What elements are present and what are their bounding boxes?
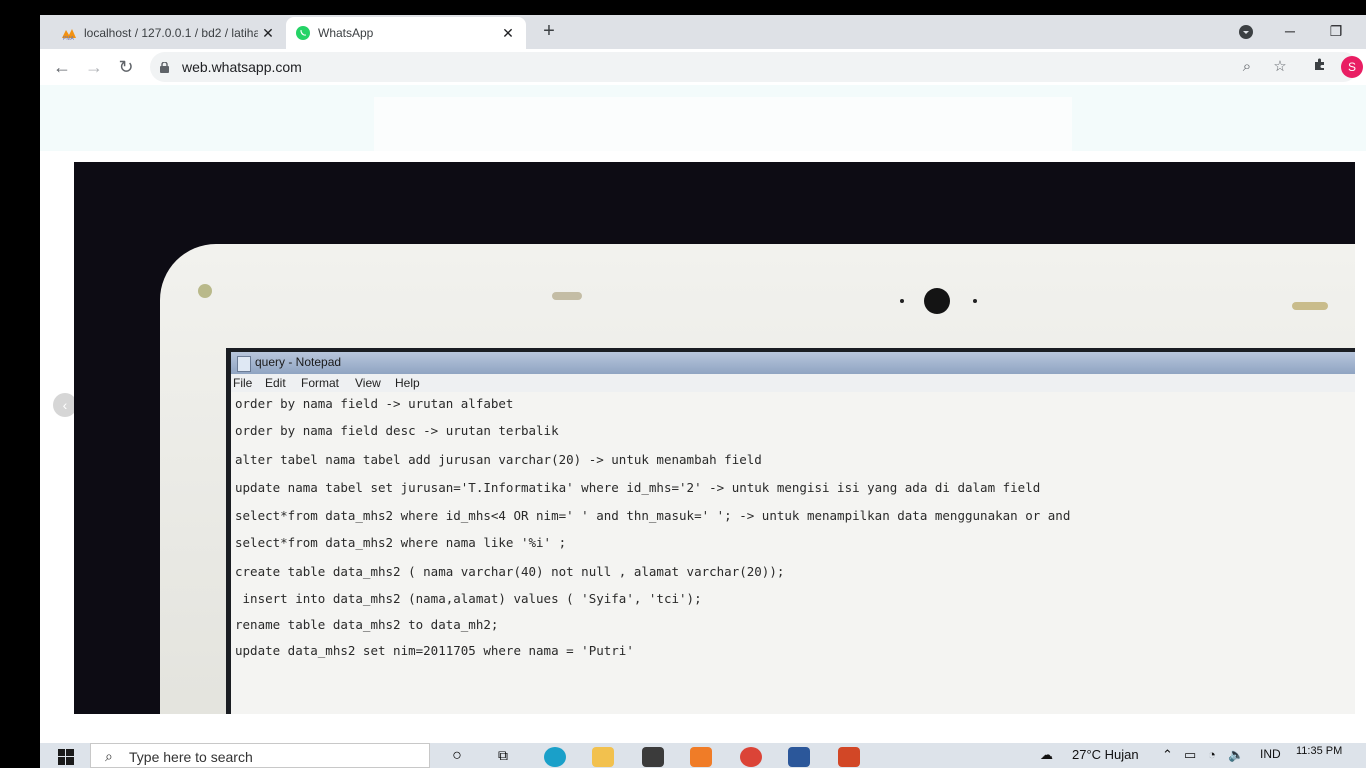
code-line: order by nama field desc -> urutan terba… xyxy=(235,423,559,438)
whatsapp-app-shadow xyxy=(374,97,1072,151)
url-text: web.whatsapp.com xyxy=(182,59,302,75)
xampp-icon[interactable] xyxy=(690,747,712,767)
bezel-dot xyxy=(900,299,904,303)
tab-title: localhost / 127.0.0.1 / bd2 / latiha xyxy=(84,26,258,40)
zoom-icon[interactable]: ⌕ xyxy=(1235,55,1259,79)
mail-icon[interactable] xyxy=(642,747,664,767)
new-tab-button[interactable]: + xyxy=(537,19,561,43)
code-line: create table data_mhs2 ( nama varchar(40… xyxy=(235,564,785,579)
tab-title: WhatsApp xyxy=(318,26,374,40)
bezel-dot xyxy=(973,299,977,303)
back-button[interactable]: ← xyxy=(50,55,74,79)
tab-phpmyadmin[interactable]: PMA localhost / 127.0.0.1 / bd2 / latiha… xyxy=(52,17,286,49)
address-bar[interactable]: web.whatsapp.com ⌕ ☆ xyxy=(150,52,1358,82)
windows-start-icon[interactable] xyxy=(58,749,74,765)
search-icon: ⌕ xyxy=(105,748,113,764)
bezel-sensor xyxy=(552,292,582,300)
laptop-screen: query - Notepad File Edit Format View He… xyxy=(226,348,1355,714)
lock-icon xyxy=(160,60,169,73)
weather-text[interactable]: 27°C Hujan xyxy=(1072,747,1139,762)
volume-icon[interactable]: 🔈 xyxy=(1228,747,1244,763)
minimize-button[interactable]: ─ xyxy=(1270,15,1310,49)
bookmark-star-icon[interactable]: ☆ xyxy=(1268,55,1292,79)
tab-whatsapp[interactable]: WhatsApp ✕ xyxy=(286,17,526,49)
code-line: order by nama field -> urutan alfabet xyxy=(235,396,514,411)
windows-taskbar: ⌕ Type here to search ○ ⧉ ☁ 27°C Hujan ⌃… xyxy=(40,743,1366,768)
taskbar-clock[interactable]: 11:35 PM xyxy=(1296,745,1342,757)
media-viewer-image: query - Notepad File Edit Format View He… xyxy=(74,162,1355,714)
clock-time: 11:35 PM xyxy=(1296,745,1343,757)
cortana-icon[interactable]: ○ xyxy=(446,747,468,767)
code-line: insert into data_mhs2 (nama,alamat) valu… xyxy=(235,591,702,606)
screen-border-top xyxy=(0,0,1366,15)
word-icon[interactable] xyxy=(788,747,810,767)
menu-format: Format xyxy=(301,376,340,390)
chrome-icon[interactable] xyxy=(740,747,762,767)
extensions-icon[interactable] xyxy=(1308,55,1332,79)
weather-icon[interactable]: ☁ xyxy=(1040,747,1053,763)
bezel-sensor xyxy=(1292,302,1328,310)
file-explorer-icon[interactable] xyxy=(592,747,614,767)
powerpoint-icon[interactable] xyxy=(838,747,860,767)
screen-border-left xyxy=(0,0,40,768)
menu-help: Help xyxy=(395,376,420,390)
bezel-led xyxy=(198,284,212,298)
notepad-icon xyxy=(237,356,251,372)
browser-toolbar: ← → ↻ web.whatsapp.com ⌕ ☆ S xyxy=(40,49,1366,85)
close-tab-icon[interactable]: ✕ xyxy=(498,25,518,42)
search-placeholder: Type here to search xyxy=(129,749,253,765)
webcam-icon xyxy=(924,288,950,314)
whatsapp-icon xyxy=(295,25,311,41)
notepad-titlebar: query - Notepad xyxy=(231,352,1355,374)
code-line: rename table data_mhs2 to data_mh2; xyxy=(235,617,499,632)
svg-text:PMA: PMA xyxy=(63,36,75,41)
code-line: select*from data_mhs2 where nama like '%… xyxy=(235,535,567,550)
browser-window: PMA localhost / 127.0.0.1 / bd2 / latiha… xyxy=(40,15,1366,743)
task-view-icon[interactable]: ⧉ xyxy=(492,747,514,767)
code-line: update nama tabel set jurusan='T.Informa… xyxy=(235,480,1041,495)
reload-button[interactable]: ↻ xyxy=(114,55,138,79)
menu-edit: Edit xyxy=(265,376,286,390)
taskbar-search-box[interactable]: ⌕ Type here to search xyxy=(90,743,430,768)
forward-button[interactable]: → xyxy=(82,55,106,79)
menu-file: File xyxy=(233,376,253,390)
notepad-title: query - Notepad xyxy=(255,355,342,369)
tab-strip: PMA localhost / 127.0.0.1 / bd2 / latiha… xyxy=(40,15,1366,49)
tray-chevron-icon[interactable]: ⌃ xyxy=(1162,747,1173,763)
code-line: update data_mhs2 set nim=2011705 where n… xyxy=(235,643,634,658)
menu-view: View xyxy=(355,376,381,390)
notepad-menubar: File Edit Format View Help xyxy=(231,374,1355,392)
code-line: alter tabel nama tabel add jurusan varch… xyxy=(235,452,762,467)
restore-button[interactable]: ❐ xyxy=(1316,15,1356,49)
close-tab-icon[interactable]: ✕ xyxy=(258,25,278,42)
whatsapp-page: ‹ query - Notepad File Edit Format View … xyxy=(40,85,1366,743)
profile-avatar[interactable]: S xyxy=(1341,56,1363,78)
language-indicator[interactable]: IND xyxy=(1260,747,1281,761)
code-line: select*from data_mhs2 where id_mhs<4 OR … xyxy=(235,508,1071,523)
notepad-text-area: order by nama field -> urutan alfabet or… xyxy=(231,392,1355,714)
wifi-icon[interactable]: ◔ xyxy=(1208,747,1216,762)
phpmyadmin-icon: PMA xyxy=(61,25,77,42)
battery-icon[interactable]: ▭ xyxy=(1184,747,1196,763)
tab-search-icon[interactable] xyxy=(1226,15,1266,49)
laptop-bezel: query - Notepad File Edit Format View He… xyxy=(160,244,1355,714)
edge-icon[interactable] xyxy=(544,747,566,767)
